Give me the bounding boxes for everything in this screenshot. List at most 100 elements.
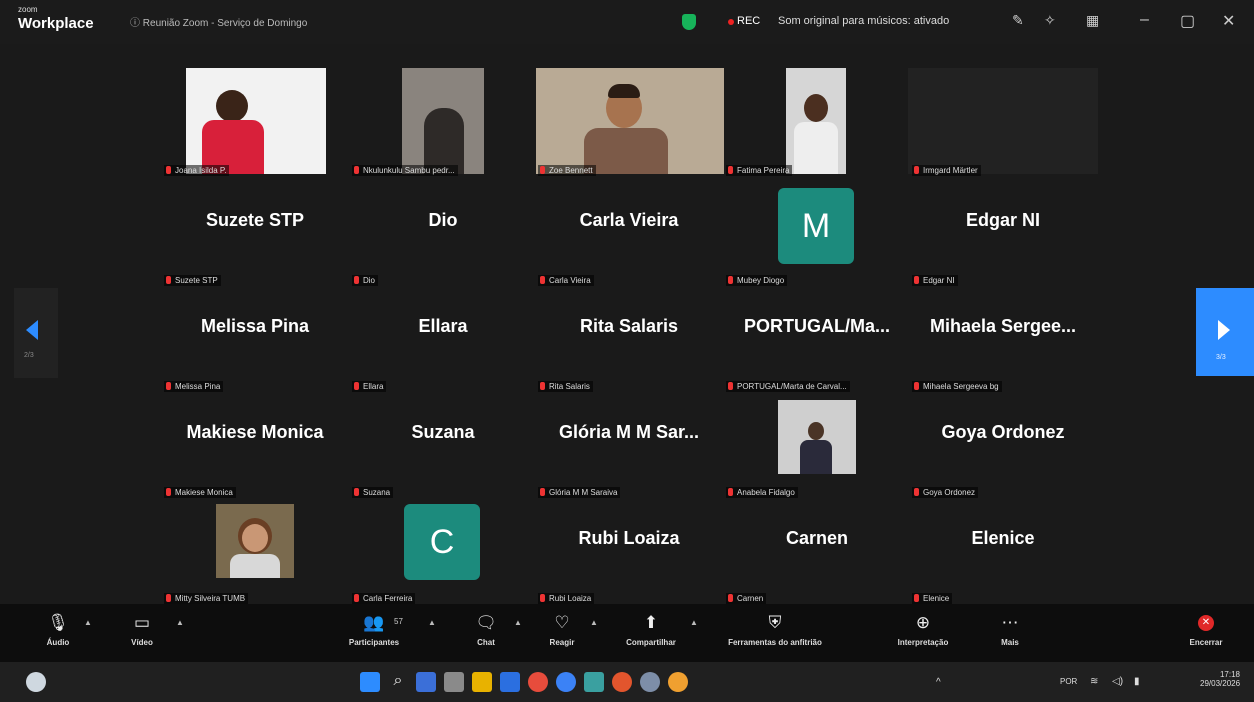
participant-tile[interactable]: Mitty Silveira TUMB: [162, 504, 348, 614]
wifi-icon[interactable]: ≋: [1090, 676, 1098, 687]
participant-tile[interactable]: Rubi Loaiza Rubi Loaiza: [536, 508, 722, 614]
participant-tile[interactable]: Makiese Monica Makiese Monica: [162, 402, 348, 508]
video-gallery: Joana Isilda P. Nkulunkulu Sambu pedr...…: [0, 44, 1254, 604]
recording-indicator[interactable]: REC: [737, 15, 760, 27]
participant-display-name: Goya Ordonez: [941, 422, 1065, 442]
search-icon[interactable]: ⌕: [388, 672, 408, 692]
audio-button[interactable]: 🎙 Áudio: [36, 612, 80, 647]
participants-options-caret[interactable]: ▲: [428, 618, 436, 627]
close-window-button[interactable]: ✕: [1222, 11, 1235, 31]
media-icon[interactable]: [612, 672, 632, 692]
participant-name-label: Rita Salaris: [538, 381, 593, 392]
share-options-caret[interactable]: ▲: [690, 618, 698, 627]
settings-gear-icon[interactable]: [640, 672, 660, 692]
grid-view-icon[interactable]: ▦: [1086, 12, 1099, 29]
start-menu-icon[interactable]: [360, 672, 380, 692]
end-meeting-button[interactable]: ✕ Encerrar: [1180, 612, 1232, 647]
participant-tile[interactable]: Anabela Fidalgo: [724, 400, 910, 508]
volume-icon[interactable]: ◁): [1112, 676, 1123, 687]
react-button[interactable]: ♡ Reagir: [542, 612, 582, 647]
participant-name-label: Joana Isilda P.: [164, 165, 230, 176]
participant-tile[interactable]: Zoe Bennett: [536, 64, 724, 176]
more-button[interactable]: ⋯ Mais: [990, 612, 1030, 647]
chrome-profile-icon[interactable]: [668, 672, 688, 692]
participant-name-label: Edgar NI: [912, 275, 958, 286]
app-icon[interactable]: [584, 672, 604, 692]
chat-button[interactable]: 🗨 Chat: [468, 612, 504, 647]
participant-tile[interactable]: PORTUGAL/Ma... PORTUGAL/Marta de Carval.…: [724, 296, 910, 402]
participant-name-label: Mihaela Sergeeva bg: [912, 381, 1002, 392]
video-button[interactable]: ▭ Vídeo: [120, 612, 164, 647]
video-options-caret[interactable]: ▲: [176, 618, 184, 627]
participant-tile[interactable]: Nkulunkulu Sambu pedr...: [350, 64, 536, 176]
battery-icon[interactable]: ▮: [1134, 676, 1140, 687]
participant-tile[interactable]: Suzana Suzana: [350, 402, 536, 508]
info-icon: ⓘ: [130, 18, 143, 29]
windows-taskbar: ⌕ ^ POR ≋ ◁) ▮ 17:18 29/03/2026: [0, 662, 1254, 702]
participant-name-label: Irmgard Märtler: [912, 165, 981, 176]
participant-display-name: Carnen: [785, 528, 848, 548]
participant-name-label: Melissa Pina: [164, 381, 224, 392]
minimize-button[interactable]: –: [1140, 11, 1149, 29]
original-sound-status[interactable]: Som original para músicos: ativado: [778, 15, 949, 27]
file-explorer-icon[interactable]: [472, 672, 492, 692]
zoom-icon[interactable]: [556, 672, 576, 692]
participant-tile[interactable]: Melissa Pina Melissa Pina: [162, 296, 348, 402]
participant-tile[interactable]: Ellara Ellara: [350, 296, 536, 402]
participant-name-label: Glória M M Saraiva: [538, 487, 621, 498]
participant-tile[interactable]: C Carla Ferreira: [350, 504, 536, 614]
sparkle-icon[interactable]: ✧: [1044, 12, 1056, 29]
participant-name-label: Elenice: [912, 593, 953, 604]
clock[interactable]: 17:18 29/03/2026: [1200, 670, 1240, 688]
react-options-caret[interactable]: ▲: [590, 618, 598, 627]
participant-video: [216, 504, 294, 578]
chrome-icon[interactable]: [528, 672, 548, 692]
participant-display-name: Makiese Monica: [186, 422, 324, 442]
interpretation-button[interactable]: ⊕ Interpretação: [884, 612, 962, 647]
share-screen-button[interactable]: ⬆ Compartilhar: [616, 612, 686, 647]
chevron-up-icon[interactable]: ^: [936, 677, 941, 688]
title-bar: zoom Workplace ⓘ Reunião Zoom - Serviço …: [0, 0, 1254, 44]
widgets-icon[interactable]: [444, 672, 464, 692]
participant-name-label: Carnen: [726, 593, 767, 604]
participant-display-name: Edgar NI: [965, 210, 1040, 230]
next-page-button[interactable]: 3/3: [1196, 288, 1254, 376]
participant-tile[interactable]: Mihaela Sergee... Mihaela Sergeeva bg: [910, 296, 1096, 402]
participant-tile[interactable]: Joana Isilda P.: [162, 64, 348, 176]
word-icon[interactable]: [500, 672, 520, 692]
previous-page-button[interactable]: 2/3: [14, 288, 58, 378]
participant-tile[interactable]: Glória M M Sar... Glória M M Saraiva: [536, 402, 722, 508]
brand-small: zoom: [18, 5, 38, 14]
participant-video: [536, 68, 724, 174]
brush-icon[interactable]: ✎: [1012, 12, 1024, 29]
participant-tile[interactable]: Goya Ordonez Goya Ordonez: [910, 402, 1096, 508]
audio-options-caret[interactable]: ▲: [84, 618, 92, 627]
participant-tile[interactable]: Dio Dio: [350, 190, 536, 296]
chat-options-caret[interactable]: ▲: [514, 618, 522, 627]
participant-name-label: Makiese Monica: [164, 487, 236, 498]
weather-icon[interactable]: [26, 672, 46, 692]
participant-tile[interactable]: M Mubey Diogo: [724, 188, 910, 296]
security-shield-icon[interactable]: [682, 14, 696, 30]
participant-tile[interactable]: Suzete STP Suzete STP: [162, 190, 348, 296]
participant-name-label: Dio: [352, 275, 379, 286]
page-indicator: 2/3: [24, 352, 34, 359]
participant-avatar: C: [404, 504, 480, 580]
participant-tile[interactable]: Irmgard Märtler: [908, 64, 1098, 176]
participant-tile[interactable]: Edgar NI Edgar NI: [910, 190, 1096, 296]
restore-button[interactable]: ▢: [1180, 11, 1195, 31]
task-view-icon[interactable]: [416, 672, 436, 692]
participant-tile[interactable]: Carla Vieira Carla Vieira: [536, 190, 722, 296]
participant-tile[interactable]: Fatima Pereira: [724, 64, 910, 176]
participant-tile[interactable]: Rita Salaris Rita Salaris: [536, 296, 722, 402]
participant-video: [786, 68, 846, 174]
host-tools-button[interactable]: ⛨ Ferramentas do anfitrião: [706, 612, 844, 647]
participant-tile[interactable]: Elenice Elenice: [910, 508, 1096, 614]
globe-icon: ⊕: [915, 613, 931, 632]
more-dots-icon: ⋯: [1001, 613, 1019, 632]
language-indicator[interactable]: POR: [1060, 677, 1077, 686]
participant-tile[interactable]: Carnen Carnen: [724, 508, 910, 614]
meeting-info[interactable]: ⓘ Reunião Zoom - Serviço de Domingo: [130, 14, 307, 29]
page-indicator: 3/3: [1216, 354, 1226, 361]
close-icon: ✕: [1198, 615, 1214, 631]
